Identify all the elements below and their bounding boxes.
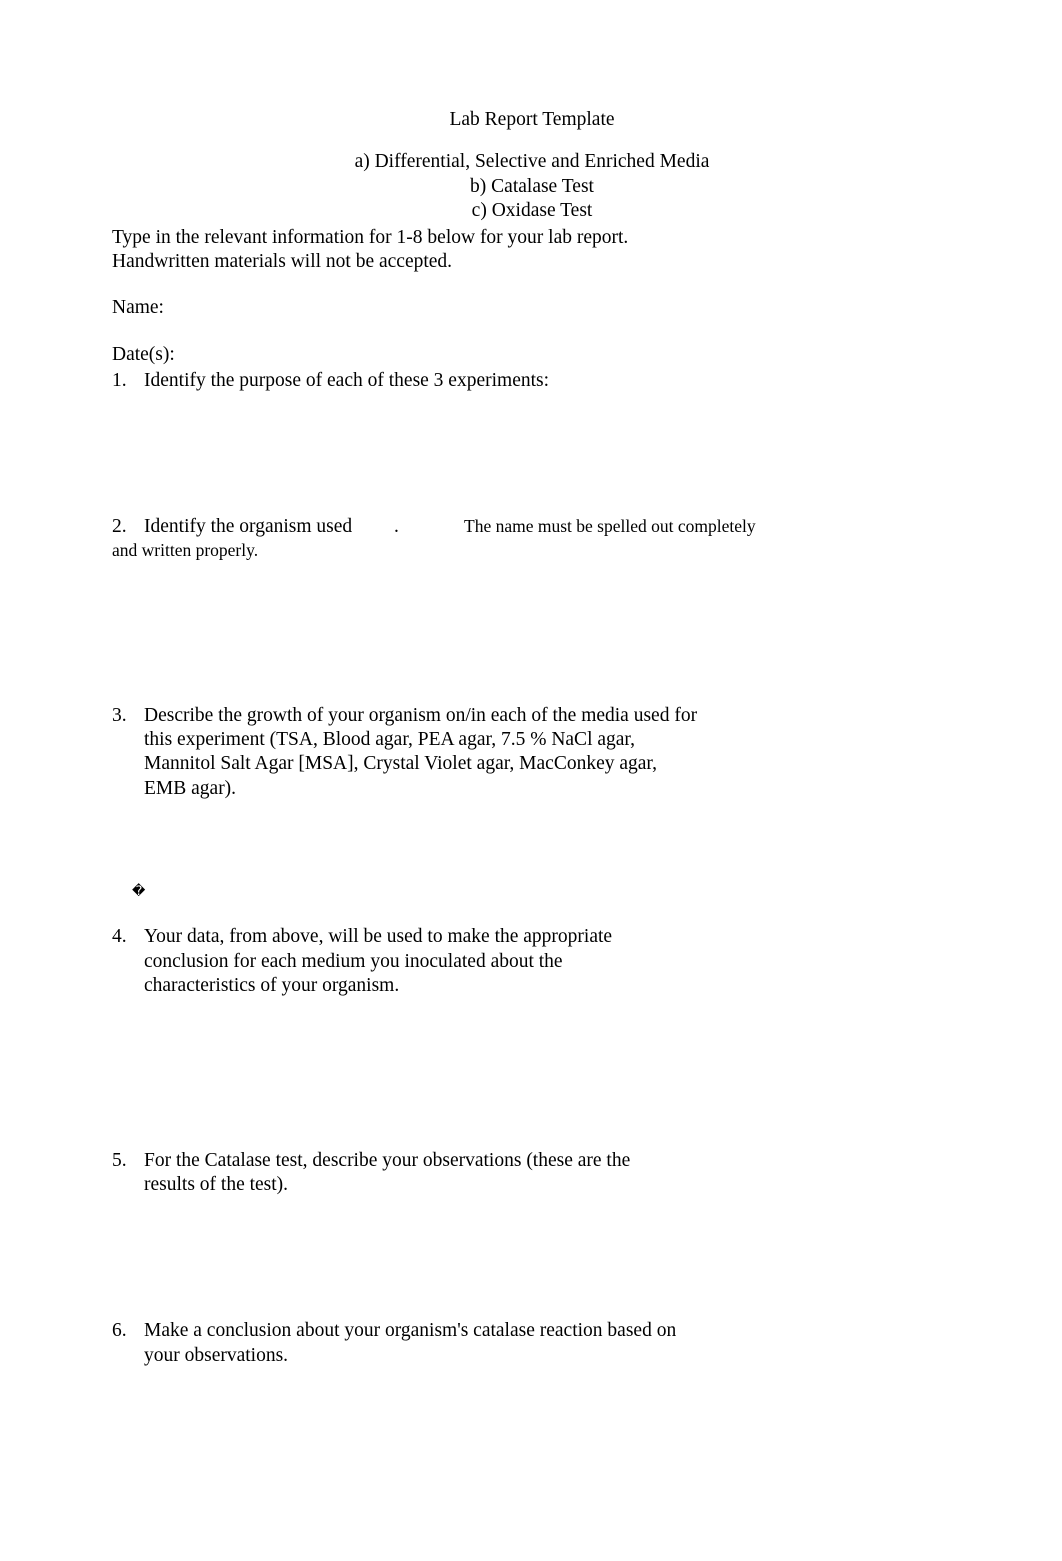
question-2-number: 2. <box>112 515 144 539</box>
bullet-glyph: � <box>132 883 952 899</box>
question-3-number: 3. <box>112 704 144 802</box>
question-4: 4. Your data, from above, will be used t… <box>112 925 952 998</box>
question-2-tail: The name must be spelled out completely <box>464 516 952 538</box>
subtitle-c: c) Oxidase Test <box>112 199 952 223</box>
question-5: 5. For the Catalase test, describe your … <box>112 1149 952 1198</box>
question-5-number: 5. <box>112 1149 144 1198</box>
question-1-text: Identify the purpose of each of these 3 … <box>144 369 952 393</box>
subtitle-a: a) Differential, Selective and Enriched … <box>112 150 952 174</box>
instruction-line-2: Handwritten materials will not be accept… <box>112 251 452 272</box>
question-3-text: Describe the growth of your organism on/… <box>144 704 704 802</box>
instructions: Type in the relevant information for 1-8… <box>112 226 952 275</box>
question-1: 1. Identify the purpose of each of these… <box>112 369 952 393</box>
question-6-text: Make a conclusion about your organism's … <box>144 1319 704 1368</box>
question-1-number: 1. <box>112 369 144 393</box>
question-3: 3. Describe the growth of your organism … <box>112 704 952 802</box>
question-6-number: 6. <box>112 1319 144 1368</box>
question-2-dot: . <box>394 515 464 539</box>
subtitle-b: b) Catalase Test <box>112 175 952 199</box>
question-5-text: For the Catalase test, describe your obs… <box>144 1149 684 1198</box>
question-6: 6. Make a conclusion about your organism… <box>112 1319 952 1368</box>
doc-title: Lab Report Template <box>112 108 952 132</box>
question-4-number: 4. <box>112 925 144 998</box>
question-2-lead: Identify the organism used <box>144 515 394 539</box>
dates-label: Date(s): <box>112 343 952 367</box>
question-4-text: Your data, from above, will be used to m… <box>144 925 664 998</box>
instruction-line-1: Type in the relevant information for 1-8… <box>112 227 628 248</box>
question-2-continuation: and written properly. <box>112 540 952 562</box>
question-2: 2. Identify the organism used . The name… <box>112 515 952 561</box>
name-label: Name: <box>112 296 952 320</box>
subtitle-block: a) Differential, Selective and Enriched … <box>112 150 952 223</box>
